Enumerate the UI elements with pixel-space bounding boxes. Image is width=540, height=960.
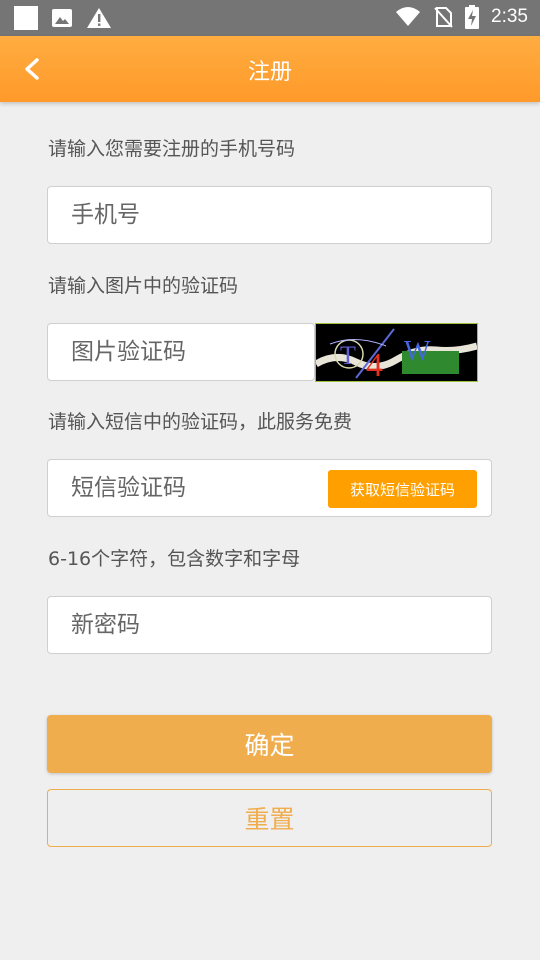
no-sim-icon: [434, 7, 453, 28]
reset-button[interactable]: 重置: [47, 789, 492, 847]
status-right-icons: 2:35: [395, 5, 528, 29]
phone-label: 请输入您需要注册的手机号码: [48, 138, 296, 160]
status-left-icons: [14, 6, 112, 30]
status-bar: 2:35: [0, 0, 540, 36]
captcha-image[interactable]: T 4 W: [315, 323, 478, 382]
phone-field: [47, 186, 492, 244]
captcha-field: [47, 323, 315, 381]
status-time: 2:35: [491, 6, 528, 27]
phone-input[interactable]: [48, 187, 491, 243]
wifi-icon: [396, 7, 421, 26]
warning-icon: [87, 8, 111, 28]
captcha-graphic: T 4 W: [316, 324, 477, 381]
page-title: 注册: [247, 60, 292, 85]
sms-field: 获取短信验证码: [47, 459, 492, 517]
password-label: 6-16个字符，包含数字和字母: [48, 548, 301, 570]
captcha-input[interactable]: [48, 324, 314, 380]
get-sms-code-button[interactable]: 获取短信验证码: [328, 470, 477, 508]
battery-charging-icon: [465, 5, 480, 29]
captcha-char-3: W: [404, 336, 431, 367]
confirm-button[interactable]: 确定: [47, 715, 492, 773]
sms-label: 请输入短信中的验证码，此服务免费: [48, 411, 353, 433]
captcha-label: 请输入图片中的验证码: [48, 275, 239, 297]
square-icon: [14, 6, 38, 30]
captcha-char-1: T: [340, 341, 356, 370]
app-bar: 注册: [0, 36, 540, 102]
image-icon: [52, 9, 72, 27]
password-field: [47, 596, 492, 654]
password-input[interactable]: [48, 597, 491, 653]
captcha-char-2: 4: [366, 347, 383, 381]
